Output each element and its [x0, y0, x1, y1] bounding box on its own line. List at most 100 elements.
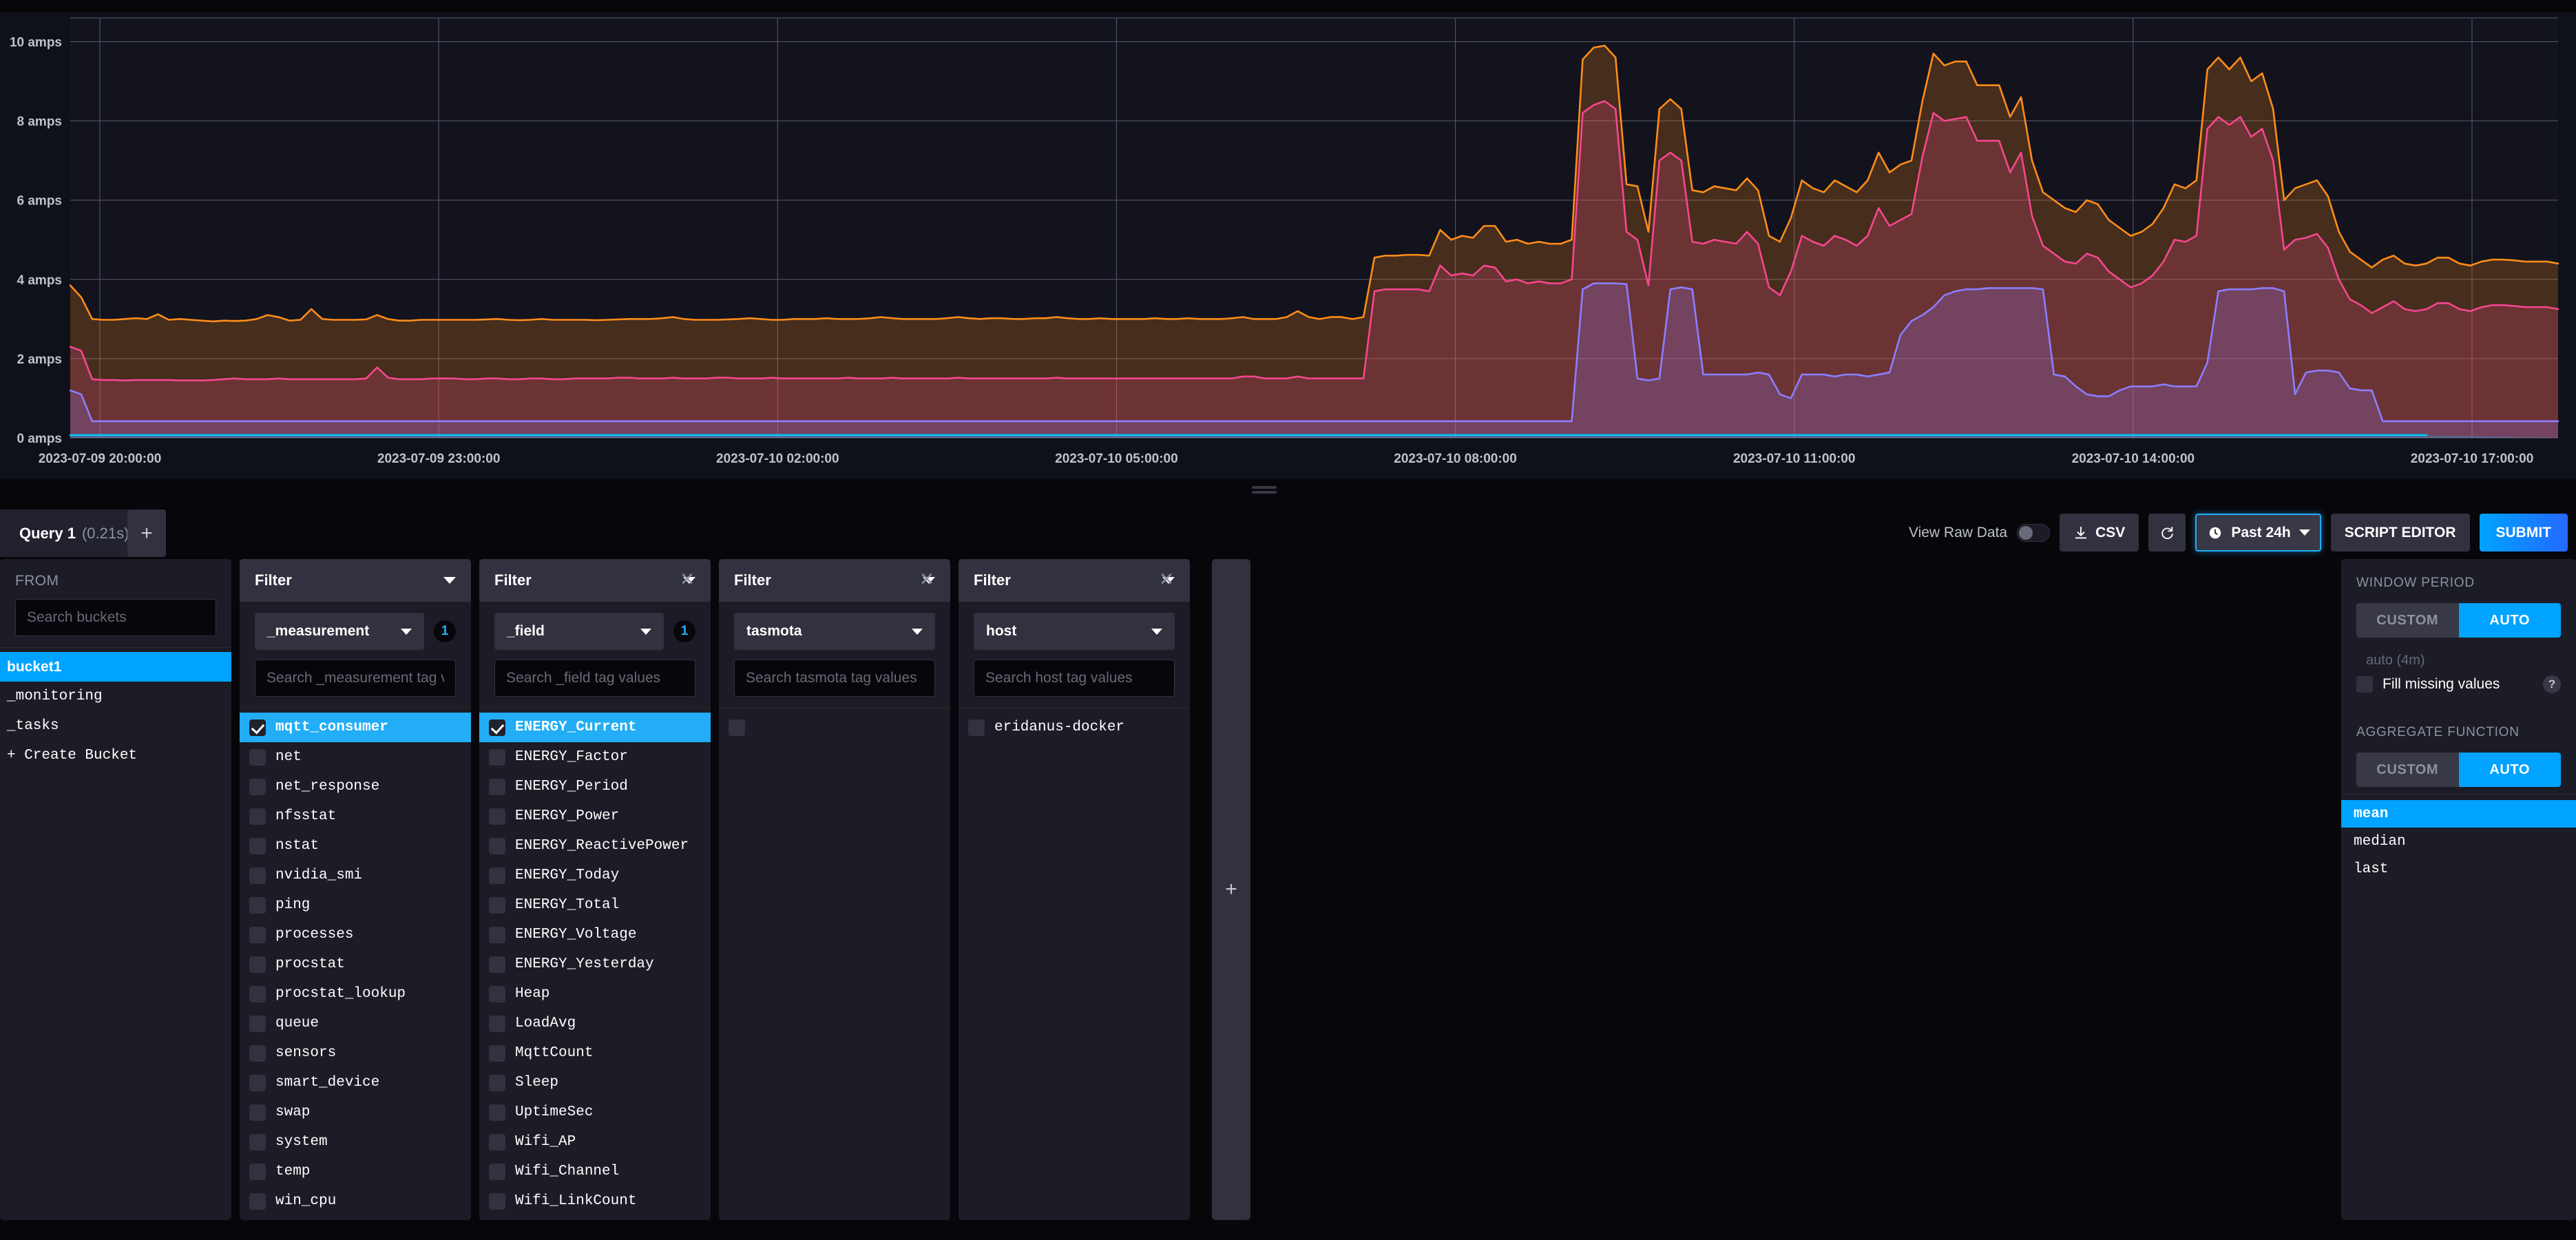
- window-custom-button[interactable]: CUSTOM: [2356, 603, 2459, 638]
- time-range-dropdown[interactable]: Past 24h: [2195, 514, 2321, 551]
- checkbox-icon[interactable]: [489, 1133, 505, 1150]
- checkbox-icon[interactable]: [489, 867, 505, 884]
- tag-value-row[interactable]: temp: [240, 1157, 471, 1186]
- search-tag-values-input[interactable]: [974, 660, 1175, 697]
- tag-value-row[interactable]: system: [240, 1127, 471, 1157]
- checkbox-icon[interactable]: [489, 808, 505, 825]
- tag-value-row[interactable]: Wifi_AP: [479, 1127, 711, 1157]
- search-tag-values-input[interactable]: [734, 660, 935, 697]
- tag-value-row[interactable]: nvidia_smi: [240, 861, 471, 890]
- tag-value-row[interactable]: ENERGY_Today: [479, 861, 711, 890]
- checkbox-icon[interactable]: [249, 956, 266, 973]
- tag-value-row[interactable]: UptimeSec: [479, 1097, 711, 1127]
- checkbox-icon[interactable]: [249, 1133, 266, 1150]
- tag-value-row[interactable]: processes: [240, 920, 471, 949]
- checkbox-icon[interactable]: [249, 808, 266, 825]
- checkbox-icon[interactable]: [249, 1074, 266, 1091]
- fill-missing-values-checkbox[interactable]: [2356, 676, 2373, 693]
- checkbox-icon[interactable]: [249, 719, 266, 736]
- panel-resize-handle[interactable]: [1252, 486, 1277, 494]
- checkbox-icon[interactable]: [489, 1163, 505, 1180]
- checkbox-icon[interactable]: [489, 778, 505, 795]
- tag-value-row[interactable]: eridanus-docker: [959, 713, 1190, 742]
- checkbox-icon[interactable]: [249, 985, 266, 1002]
- checkbox-icon[interactable]: [489, 748, 505, 766]
- bucket-item[interactable]: _tasks: [0, 711, 231, 741]
- tag-value-row[interactable]: ping: [240, 890, 471, 920]
- remove-filter-icon[interactable]: ×: [920, 567, 934, 591]
- checkbox-icon[interactable]: [249, 867, 266, 884]
- tag-key-dropdown[interactable]: tasmota: [734, 613, 935, 650]
- tag-value-row[interactable]: Wifi_Channel: [479, 1157, 711, 1186]
- tag-value-row[interactable]: queue: [240, 1009, 471, 1038]
- checkbox-icon[interactable]: [489, 896, 505, 914]
- tag-value-row[interactable]: MqttCount: [479, 1038, 711, 1068]
- checkbox-icon[interactable]: [729, 719, 745, 736]
- tag-value-row[interactable]: swap: [240, 1097, 471, 1127]
- search-buckets-input[interactable]: [15, 599, 216, 636]
- download-csv-button[interactable]: CSV: [2060, 514, 2139, 551]
- checkbox-icon[interactable]: [489, 1015, 505, 1032]
- checkbox-icon[interactable]: [489, 1074, 505, 1091]
- tag-value-row[interactable]: LoadAvg: [479, 1009, 711, 1038]
- search-tag-values-input[interactable]: [255, 660, 456, 697]
- checkbox-icon[interactable]: [489, 1104, 505, 1121]
- checkbox-icon[interactable]: [249, 1044, 266, 1062]
- checkbox-icon[interactable]: [249, 896, 266, 914]
- checkbox-icon[interactable]: [249, 1015, 266, 1032]
- tag-value-row[interactable]: smart_device: [240, 1068, 471, 1097]
- checkbox-icon[interactable]: [489, 837, 505, 854]
- aggregate-auto-button[interactable]: AUTO: [2458, 753, 2561, 787]
- tag-value-row[interactable]: ENERGY_Period: [479, 772, 711, 801]
- filter-card-header[interactable]: Filter: [240, 559, 471, 602]
- tag-value-row[interactable]: sensors: [240, 1038, 471, 1068]
- tag-value-row[interactable]: ENERGY_Total: [479, 890, 711, 920]
- tag-key-dropdown[interactable]: host: [974, 613, 1175, 650]
- tag-value-row[interactable]: ENERGY_Factor: [479, 742, 711, 772]
- help-icon[interactable]: ?: [2543, 675, 2561, 693]
- view-raw-data-toggle[interactable]: [2017, 523, 2051, 542]
- refresh-button[interactable]: [2148, 514, 2186, 551]
- tag-value-row[interactable]: Wifi_LinkCount: [479, 1186, 711, 1216]
- remove-filter-icon[interactable]: ×: [680, 567, 694, 591]
- tag-key-dropdown[interactable]: _field: [494, 613, 664, 650]
- aggregate-function-item[interactable]: last: [2341, 855, 2576, 883]
- tag-value-row[interactable]: ENERGY_Voltage: [479, 920, 711, 949]
- checkbox-icon[interactable]: [489, 1192, 505, 1210]
- tag-value-row[interactable]: ENERGY_Power: [479, 801, 711, 831]
- query-tab-1[interactable]: Query 1 (0.21s): [0, 509, 149, 557]
- checkbox-icon[interactable]: [489, 719, 505, 736]
- filter-card-header[interactable]: Filter: [959, 559, 1190, 602]
- tag-value-row[interactable]: nfsstat: [240, 801, 471, 831]
- remove-filter-icon[interactable]: ×: [1160, 567, 1173, 591]
- checkbox-icon[interactable]: [249, 1104, 266, 1121]
- script-editor-button[interactable]: SCRIPT EDITOR: [2330, 514, 2470, 551]
- tag-key-dropdown[interactable]: _measurement: [255, 613, 424, 650]
- checkbox-icon[interactable]: [249, 778, 266, 795]
- tag-value-row[interactable]: mqtt_consumer: [240, 713, 471, 742]
- tag-value-row[interactable]: nstat: [240, 831, 471, 861]
- tag-value-row[interactable]: ENERGY_Yesterday: [479, 949, 711, 979]
- tag-value-row[interactable]: procstat_lookup: [240, 979, 471, 1009]
- tag-value-row[interactable]: net_response: [240, 772, 471, 801]
- checkbox-icon[interactable]: [249, 926, 266, 943]
- add-filter-column[interactable]: +: [1212, 559, 1250, 1220]
- aggregate-function-item[interactable]: median: [2341, 828, 2576, 855]
- tag-value-row[interactable]: net: [240, 742, 471, 772]
- search-tag-values-input[interactable]: [494, 660, 695, 697]
- bucket-item[interactable]: _monitoring: [0, 682, 231, 711]
- tag-value-row[interactable]: win_cpu: [240, 1186, 471, 1216]
- tag-value-row[interactable]: ENERGY_ReactivePower: [479, 831, 711, 861]
- tag-value-row[interactable]: Sleep: [479, 1068, 711, 1097]
- aggregate-custom-button[interactable]: CUSTOM: [2356, 753, 2459, 787]
- tag-value-row[interactable]: ENERGY_Current: [479, 713, 711, 742]
- checkbox-icon[interactable]: [968, 719, 985, 736]
- checkbox-icon[interactable]: [249, 1163, 266, 1180]
- filter-card-header[interactable]: Filter: [719, 559, 950, 602]
- aggregate-function-item[interactable]: mean: [2341, 800, 2576, 828]
- create-bucket-button[interactable]: + Create Bucket: [0, 741, 231, 770]
- add-query-button[interactable]: +: [127, 509, 166, 557]
- filter-card-header[interactable]: Filter: [479, 559, 711, 602]
- checkbox-icon[interactable]: [249, 748, 266, 766]
- checkbox-icon[interactable]: [249, 837, 266, 854]
